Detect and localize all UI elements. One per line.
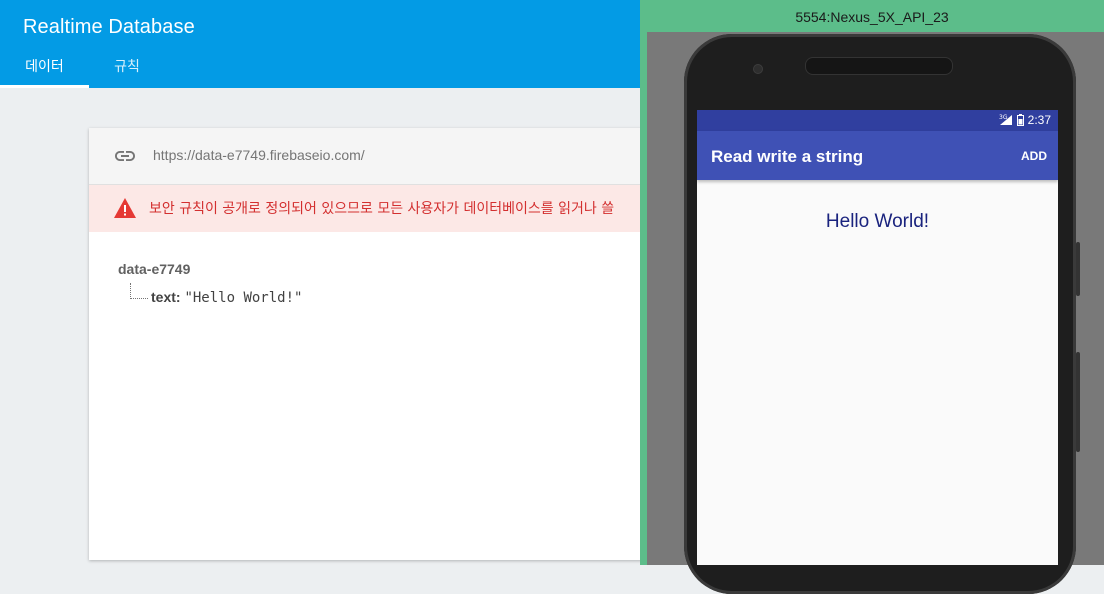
battery-icon (1016, 114, 1024, 126)
tree-connector (130, 283, 148, 299)
volume-button[interactable] (1076, 352, 1080, 452)
front-camera-icon (753, 64, 763, 74)
security-warning: 보안 규칙이 공개로 정의되어 있으므로 모든 사용자가 데이터베이스를 읽거나… (89, 185, 649, 232)
console-header: Realtime Database 데이터 규칙 (0, 0, 640, 88)
tree-child-key: text: (151, 289, 181, 305)
app-title: Read write a string (711, 147, 864, 166)
tab-data[interactable]: 데이터 (0, 48, 89, 88)
speaker-grille (805, 57, 953, 75)
tree-child-value[interactable]: "Hello World!" (184, 290, 302, 306)
database-card: https://data-e7749.firebaseio.com/ 보안 규칙… (89, 128, 649, 560)
link-icon[interactable] (113, 146, 137, 166)
status-bar: 3G 2:37 (697, 110, 1058, 131)
emulator-title: 5554:Nexus_5X_API_23 (795, 9, 949, 25)
page-title: Realtime Database (23, 16, 195, 38)
console-body: https://data-e7749.firebaseio.com/ 보안 규칙… (0, 88, 649, 565)
add-button[interactable]: ADD (1021, 149, 1047, 163)
tree-child-node[interactable]: text: "Hello World!" (151, 289, 302, 306)
warning-icon (114, 198, 136, 218)
network-type: 3G (999, 114, 1008, 121)
database-url[interactable]: https://data-e7749.firebaseio.com/ (153, 147, 365, 163)
status-time: 2:37 (1027, 113, 1051, 127)
tab-rules[interactable]: 규칙 (89, 48, 165, 88)
hello-text: Hello World! (825, 211, 930, 232)
power-button[interactable] (1076, 242, 1080, 296)
database-url-bar: https://data-e7749.firebaseio.com/ (89, 128, 649, 185)
warning-text: 보안 규칙이 공개로 정의되어 있으므로 모든 사용자가 데이터베이스를 읽거나… (149, 201, 615, 217)
phone-screen: 3G 2:37 Read write a string ADD Hello Wo… (697, 110, 1058, 565)
tree-root-node[interactable]: data-e7749 (118, 261, 190, 277)
app-toolbar: Read write a string ADD (697, 131, 1058, 180)
signal-icon: 3G (999, 114, 1012, 125)
tab-bar: 데이터 규칙 (0, 48, 165, 88)
